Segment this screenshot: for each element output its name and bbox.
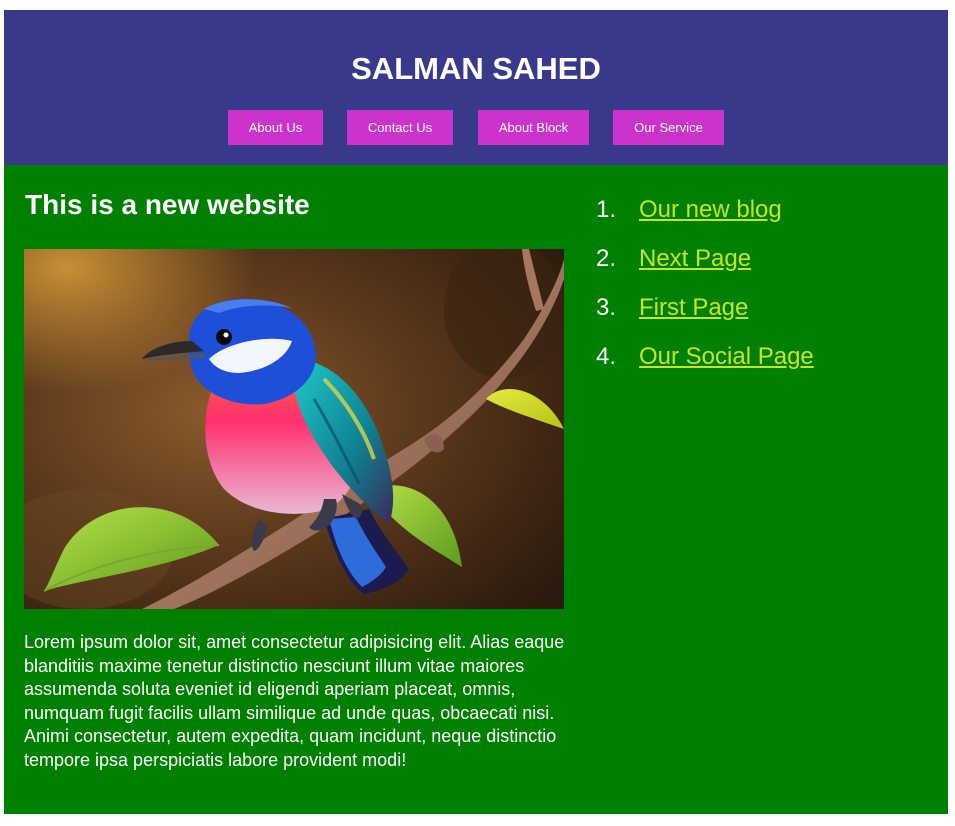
nav-our-service-button[interactable]: Our Service (613, 110, 724, 145)
link-number: 1. (596, 196, 617, 223)
link-our-new-blog[interactable]: Our new blog (639, 194, 782, 226)
nav-contact-us-button[interactable]: Contact Us (347, 110, 453, 145)
main-heading: This is a new website (25, 189, 310, 220)
main-paragraph: Lorem ipsum dolor sit, amet consectetur … (24, 632, 565, 770)
link-number: 4. (596, 343, 617, 370)
page: SALMAN SAHED About Us Contact Us About B… (4, 10, 948, 814)
main-content: This is a new website Lorem ipsum dolor … (4, 165, 948, 814)
main-nav: About Us Contact Us About Block Our Serv… (4, 110, 948, 145)
site-header: SALMAN SAHED About Us Contact Us About B… (4, 10, 948, 165)
link-our-social-page[interactable]: Our Social Page (639, 341, 814, 373)
link-number: 3. (596, 294, 617, 321)
site-title: SALMAN SAHED (351, 51, 601, 86)
nav-about-block-button[interactable]: About Block (478, 110, 589, 145)
link-number: 2. (596, 245, 617, 272)
bird-photo (24, 249, 564, 609)
nav-about-us-button[interactable]: About Us (228, 110, 323, 145)
link-first-page[interactable]: First Page (639, 292, 748, 324)
link-next-page[interactable]: Next Page (639, 243, 751, 275)
